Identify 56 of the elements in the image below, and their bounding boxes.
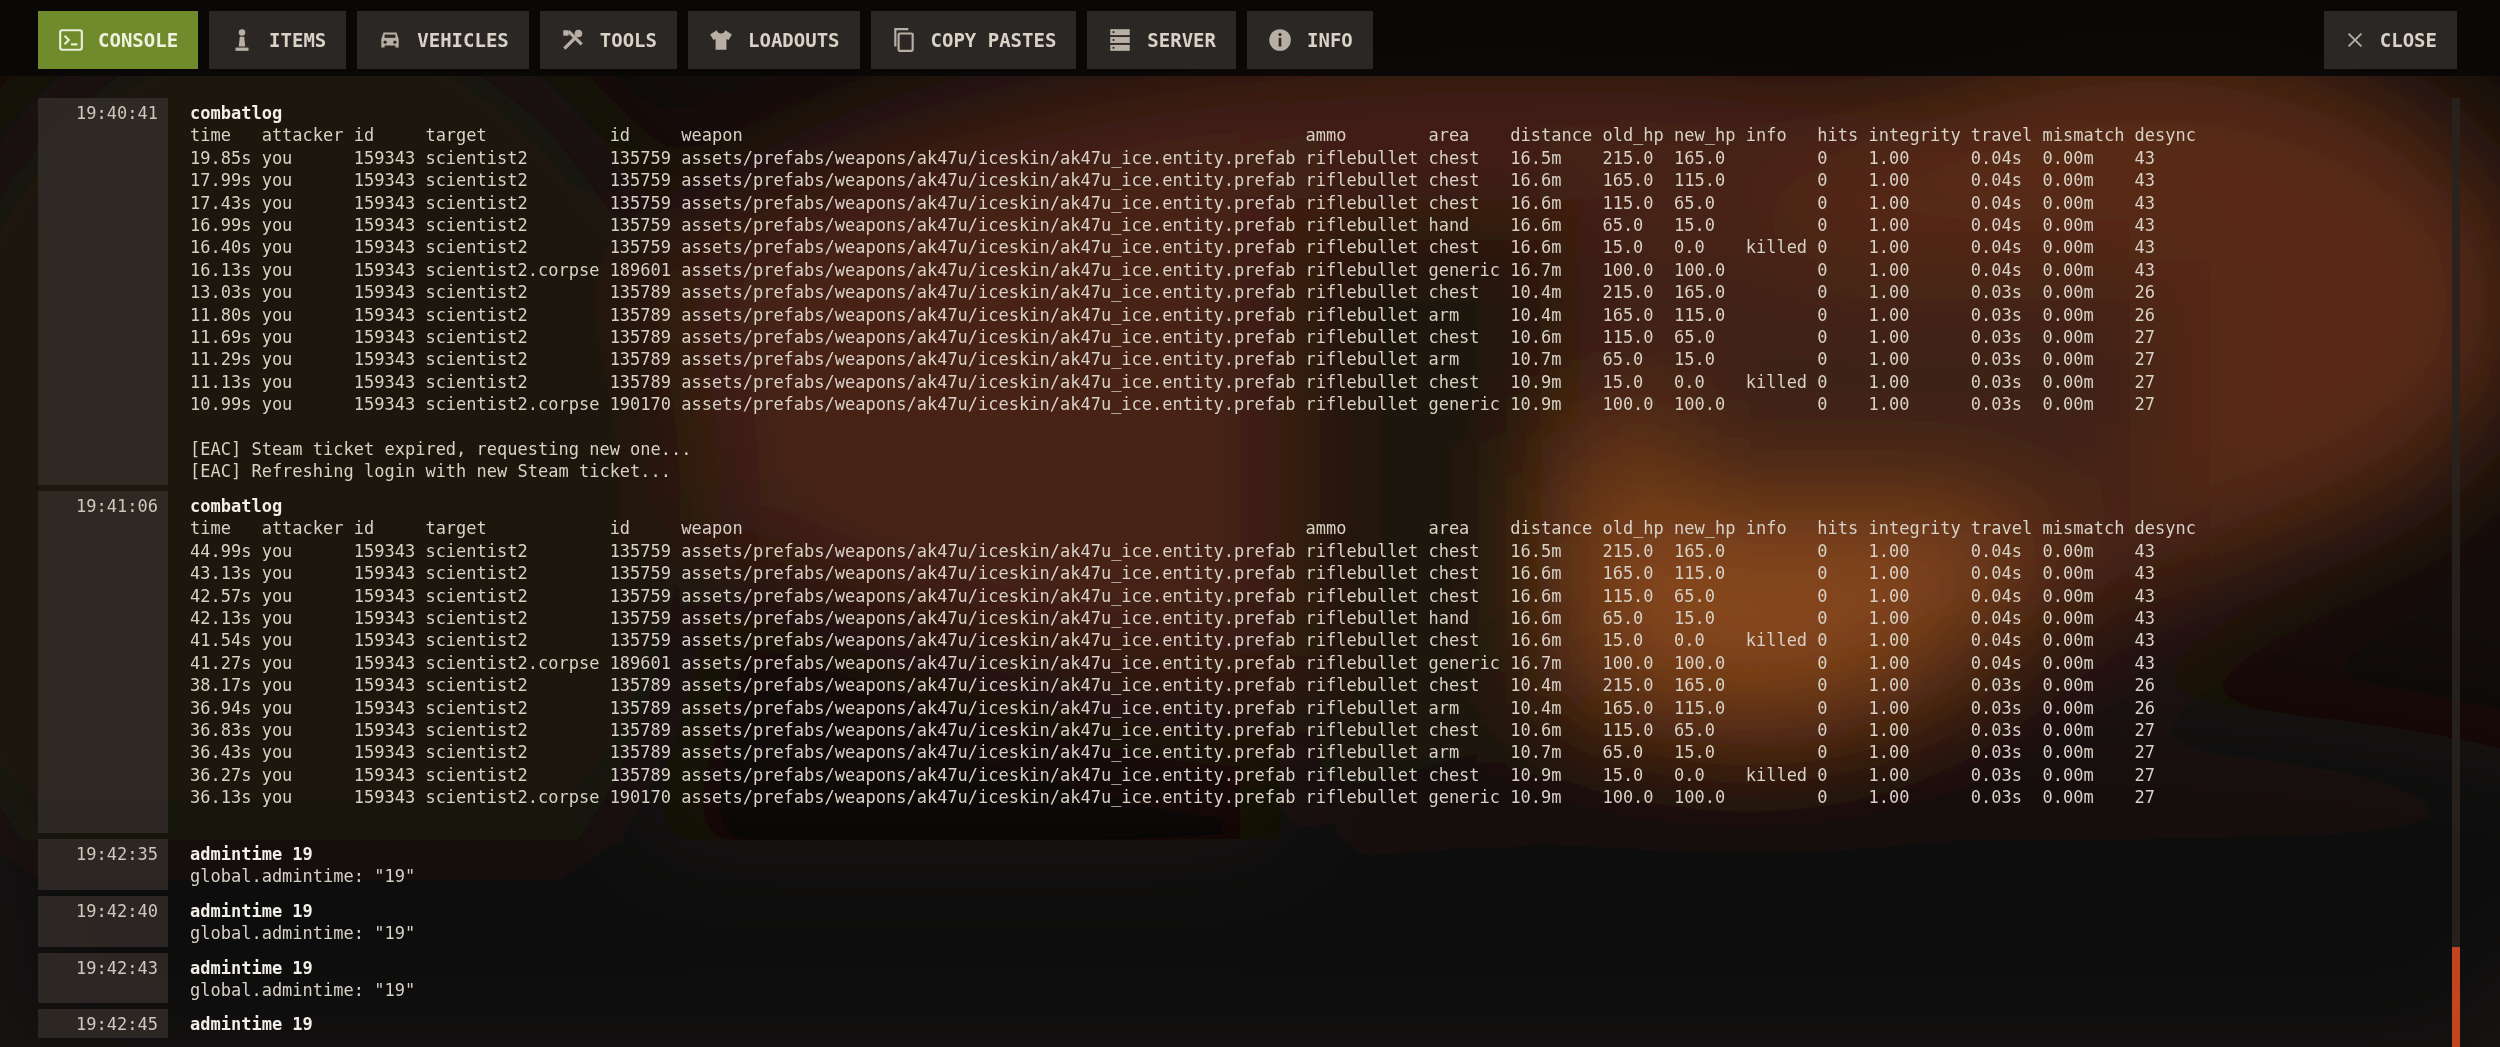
tab[interactable]: ITEMS	[209, 11, 347, 69]
tab[interactable]: SERVER	[1087, 11, 1236, 69]
log-line: 19.85s you 159343 scientist2 135759 assets/prefabs/weapons/ak47u/iceskin/ak47u_ice.entity.prefab riflebullet chest 16.5m 215.0 165.0 0 1.00 0.04s 0.00m 43	[190, 146, 2157, 170]
tab[interactable]: VEHICLES	[357, 11, 529, 69]
log-line: 42.57s you 159343 scientist2 135759 assets/prefabs/weapons/ak47u/iceskin/ak47u_ice.entity.prefab riflebullet chest 16.6m 115.0 65.0 0 1.00 0.04s 0.00m 43	[190, 584, 2157, 607]
terminal-icon	[58, 27, 84, 53]
output-line: global.admintime: "19"	[190, 865, 416, 888]
tab[interactable]: COPY PASTES	[870, 11, 1077, 69]
log-line: 41.54s you 159343 scientist2 135759 assets/prefabs/weapons/ak47u/iceskin/ak47u_ice.entity.prefab riflebullet chest 16.6m 15.0 0.0 killed 0 1.00 0.04s 0.00m 43	[190, 629, 2157, 652]
log-line: 16.40s you 159343 scientist2 135759 assets/prefabs/weapons/ak47u/iceskin/ak47u_ice.entity.prefab riflebullet chest 16.6m 15.0 0.0 killed 0 1.00 0.04s 0.00m 43	[190, 236, 2157, 259]
tab[interactable]: INFO	[1247, 11, 1373, 69]
table-header: time attacker id target id weapon ammo area distance old_hp new_hp info hits integrity travel mismatch desync	[190, 124, 2197, 147]
log-line: 42.13s you 159343 scientist2 135759 assets/prefabs/weapons/ak47u/iceskin/ak47u_ice.entity.prefab riflebullet hand 16.6m 65.0 15.0 0 1.00 0.04s 0.00m 43	[190, 606, 2157, 630]
output-line: [EAC] Refreshing login with new Steam ticket...	[190, 460, 673, 483]
scrollbar-thumb[interactable]	[2452, 947, 2460, 1047]
table-header: time attacker id target id weapon ammo area distance old_hp new_hp info hits integrity travel mismatch desync	[190, 517, 2197, 540]
log-line: 44.99s you 159343 scientist2 135759 assets/prefabs/weapons/ak47u/iceskin/ak47u_ice.entity.prefab riflebullet chest 16.5m 215.0 165.0 0 1.00 0.04s 0.00m 43	[190, 539, 2157, 563]
output-line: global.admintime: "19"	[190, 922, 416, 945]
shirt-icon	[708, 27, 734, 53]
tab[interactable]: LOADOUTS	[688, 11, 860, 69]
log-line: 36.43s you 159343 scientist2 135789 assets/prefabs/weapons/ak47u/iceskin/ak47u_ice.entity.prefab riflebullet arm 10.7m 65.0 15.0 0 1.00 0.03s 0.00m 27	[190, 741, 2157, 764]
timestamp: 19:42:45	[38, 1009, 168, 1038]
timestamp: 19:41:06	[38, 490, 168, 833]
log-line: 13.03s you 159343 scientist2 135789 assets/prefabs/weapons/ak47u/iceskin/ak47u_ice.entity.prefab riflebullet chest 10.4m 215.0 165.0 0 1.00 0.03s 0.00m 26	[190, 281, 2157, 304]
log-line: 11.29s you 159343 scientist2 135789 assets/prefabs/weapons/ak47u/iceskin/ak47u_ice.entity.prefab riflebullet arm 10.7m 65.0 15.0 0 1.00 0.03s 0.00m 27	[190, 348, 2157, 371]
close-button[interactable]: CLOSE	[2323, 11, 2457, 69]
log-line: 36.27s you 159343 scientist2 135789 assets/prefabs/weapons/ak47u/iceskin/ak47u_ice.entity.prefab riflebullet chest 10.9m 15.0 0.0 killed 0 1.00 0.03s 0.00m 27	[190, 763, 2157, 787]
log-line: 16.13s you 159343 scientist2.corpse 189601 assets/prefabs/weapons/ak47u/iceskin/ak47u_ice.entity.prefab riflebullet generic 16.7m 100.0 100.0 0 1.00 0.04s 0.00m 43	[190, 258, 2157, 282]
log-line: 41.27s you 159343 scientist2.corpse 189601 assets/prefabs/weapons/ak47u/iceskin/ak47u_ice.entity.prefab riflebullet generic 16.7m 100.0 100.0 0 1.00 0.04s 0.00m 43	[190, 651, 2157, 675]
log-line: 17.43s you 159343 scientist2 135759 assets/prefabs/weapons/ak47u/iceskin/ak47u_ice.entity.prefab riflebullet chest 16.6m 115.0 65.0 0 1.00 0.04s 0.00m 43	[190, 191, 2157, 215]
log-line: 11.69s you 159343 scientist2 135789 assets/prefabs/weapons/ak47u/iceskin/ak47u_ice.entity.prefab riflebullet chest 10.6m 115.0 65.0 0 1.00 0.03s 0.00m 27	[190, 326, 2157, 349]
command-text: admintime 19	[190, 1013, 313, 1036]
log-line: 36.94s you 159343 scientist2 135789 assets/prefabs/weapons/ak47u/iceskin/ak47u_ice.entity.prefab riflebullet arm 10.4m 165.0 115.0 0 1.00 0.03s 0.00m 26	[190, 696, 2157, 719]
timestamp: 19:42:40	[38, 895, 168, 947]
tab[interactable]: TOOLS	[539, 11, 677, 69]
log-line: 16.99s you 159343 scientist2 135759 assets/prefabs/weapons/ak47u/iceskin/ak47u_ice.entity.prefab riflebullet hand 16.6m 65.0 15.0 0 1.00 0.04s 0.00m 43	[190, 214, 2157, 237]
scrollbar[interactable]	[2452, 98, 2460, 1047]
log-line: 38.17s you 159343 scientist2 135789 assets/prefabs/weapons/ak47u/iceskin/ak47u_ice.entity.prefab riflebullet chest 10.4m 215.0 165.0 0 1.00 0.03s 0.00m 26	[190, 674, 2157, 697]
command-text: combatlog	[190, 494, 284, 518]
log-line: 36.13s you 159343 scientist2.corpse 190170 assets/prefabs/weapons/ak47u/iceskin/ak47u_ice.entity.prefab riflebullet generic 10.9m 100.0 100.0 0 1.00 0.03s 0.00m 27	[190, 786, 2157, 809]
log-line: 43.13s you 159343 scientist2 135759 assets/prefabs/weapons/ak47u/iceskin/ak47u_ice.entity.prefab riflebullet chest 16.6m 165.0 115.0 0 1.00 0.04s 0.00m 43	[190, 562, 2157, 585]
command-text: admintime 19	[190, 842, 314, 866]
log-line: 11.80s you 159343 scientist2 135789 assets/prefabs/weapons/ak47u/iceskin/ak47u_ice.entity.prefab riflebullet arm 10.4m 165.0 115.0 0 1.00 0.03s 0.00m 26	[190, 303, 2157, 327]
command-text: admintime 19	[190, 899, 314, 923]
log-line: 36.83s you 159343 scientist2 135789 assets/prefabs/weapons/ak47u/iceskin/ak47u_ice.entity.prefab riflebullet chest 10.6m 115.0 65.0 0 1.00 0.03s 0.00m 27	[190, 718, 2157, 742]
log-line: 10.99s you 159343 scientist2.corpse 190170 assets/prefabs/weapons/ak47u/iceskin/ak47u_ice.entity.prefab riflebullet generic 10.9m 100.0 100.0 0 1.00 0.03s 0.00m 27	[190, 393, 2157, 416]
timestamp: 19:40:41	[38, 98, 168, 485]
command-text: combatlog	[190, 102, 284, 125]
output-line: [EAC] Steam ticket expired, requesting new one...	[190, 438, 693, 461]
log-line: 17.99s you 159343 scientist2 135759 assets/prefabs/weapons/ak47u/iceskin/ak47u_ice.entity.prefab riflebullet chest 16.6m 165.0 115.0 0 1.00 0.04s 0.00m 43	[190, 169, 2157, 192]
output-line: global.admintime: "19"	[190, 979, 416, 1002]
timestamp: 19:42:43	[38, 952, 168, 1004]
command-text: admintime 19	[190, 956, 314, 979]
info-icon	[1267, 27, 1293, 53]
log-line: 11.13s you 159343 scientist2 135789 assets/prefabs/weapons/ak47u/iceskin/ak47u_ice.entity.prefab riflebullet chest 10.9m 15.0 0.0 killed 0 1.00 0.03s 0.00m 27	[190, 370, 2157, 394]
timestamp: 19:42:35	[38, 838, 168, 890]
